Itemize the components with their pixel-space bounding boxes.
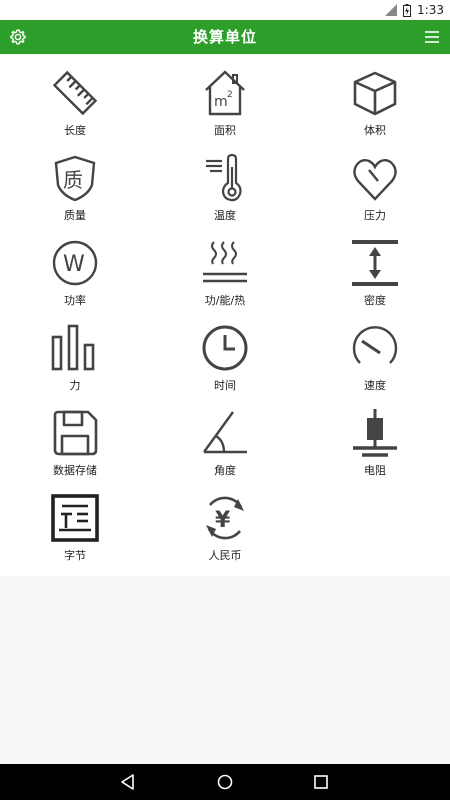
mass-shield-icon: 质 bbox=[54, 155, 96, 202]
unit-label: 面积 bbox=[214, 124, 236, 137]
svg-text:2: 2 bbox=[227, 90, 233, 100]
svg-text:¥: ¥ bbox=[215, 508, 231, 533]
app-bar: 换算单位 bbox=[0, 20, 450, 54]
svg-text:m: m bbox=[214, 94, 228, 110]
battery-icon bbox=[403, 3, 412, 17]
unit-mass[interactable]: 质 质量 bbox=[0, 153, 150, 238]
density-icon bbox=[352, 240, 398, 286]
unit-label: 数据存储 bbox=[53, 464, 97, 477]
unit-label: 力 bbox=[69, 379, 81, 392]
unit-label: 速度 bbox=[364, 379, 386, 392]
unit-label: 长度 bbox=[64, 124, 86, 137]
unit-label: 时间 bbox=[214, 379, 236, 392]
byte-icon bbox=[51, 494, 99, 542]
unit-data-storage[interactable]: 数据存储 bbox=[0, 408, 150, 493]
unit-byte[interactable]: 字节 bbox=[0, 493, 150, 578]
unit-label: 体积 bbox=[364, 124, 386, 137]
yuan-icon: ¥ bbox=[206, 496, 244, 540]
speedometer-icon bbox=[352, 326, 398, 364]
power-w-icon: W bbox=[52, 240, 98, 286]
unit-length[interactable]: 长度 bbox=[0, 68, 150, 153]
unit-label: 温度 bbox=[214, 209, 236, 222]
unit-grid: 长度 m 2 面积 体积 质 质量 温度 压力 W 功率 功/能/热 密度 力 … bbox=[0, 68, 450, 578]
unit-area[interactable]: m 2 面积 bbox=[150, 68, 300, 153]
unit-label: 密度 bbox=[364, 294, 386, 307]
area-house-icon: m 2 bbox=[205, 70, 245, 116]
unit-label: 字节 bbox=[64, 549, 86, 562]
status-time: 1:33 bbox=[417, 3, 444, 17]
unit-label: 功率 bbox=[64, 294, 86, 307]
unit-density[interactable]: 密度 bbox=[300, 238, 450, 323]
unit-label: 质量 bbox=[64, 209, 86, 222]
unit-power[interactable]: W 功率 bbox=[0, 238, 150, 323]
unit-label: 角度 bbox=[214, 464, 236, 477]
unit-label: 电阻 bbox=[364, 464, 386, 477]
cube-icon bbox=[353, 71, 397, 116]
unit-time[interactable]: 时间 bbox=[150, 323, 300, 408]
unit-resistance[interactable]: 电阻 bbox=[300, 408, 450, 493]
clock-icon bbox=[202, 325, 248, 371]
unit-grid-panel: 长度 m 2 面积 体积 质 质量 温度 压力 W 功率 功/能/热 密度 力 … bbox=[0, 54, 450, 576]
unit-angle[interactable]: 角度 bbox=[150, 408, 300, 493]
unit-temperature[interactable]: 温度 bbox=[150, 153, 300, 238]
status-bar: 1:33 bbox=[0, 0, 450, 20]
unit-pressure[interactable]: 压力 bbox=[300, 153, 450, 238]
resistor-icon bbox=[353, 409, 397, 457]
unit-label: 压力 bbox=[364, 209, 386, 222]
force-bars-icon bbox=[51, 324, 95, 371]
home-icon[interactable] bbox=[215, 772, 235, 792]
ruler-icon bbox=[52, 70, 98, 116]
floppy-disk-icon bbox=[53, 410, 98, 456]
svg-text:质: 质 bbox=[63, 168, 83, 192]
back-icon[interactable] bbox=[118, 772, 138, 792]
signal-icon bbox=[385, 4, 398, 16]
pressure-heart-icon bbox=[353, 158, 397, 201]
unit-force[interactable]: 力 bbox=[0, 323, 150, 408]
unit-energy[interactable]: 功/能/热 bbox=[150, 238, 300, 323]
unit-volume[interactable]: 体积 bbox=[300, 68, 450, 153]
unit-rmb[interactable]: ¥ 人民币 bbox=[150, 493, 300, 578]
menu-icon[interactable] bbox=[422, 27, 442, 47]
thermometer-icon bbox=[206, 153, 242, 202]
heat-waves-icon bbox=[203, 241, 247, 283]
angle-icon bbox=[203, 411, 247, 454]
unit-speed[interactable]: 速度 bbox=[300, 323, 450, 408]
status-icons: 1:33 bbox=[385, 2, 444, 18]
recents-icon[interactable] bbox=[311, 772, 331, 792]
unit-label: 人民币 bbox=[208, 549, 242, 562]
system-nav-bar bbox=[0, 764, 450, 800]
svg-text:W: W bbox=[63, 252, 85, 277]
unit-label: 功/能/热 bbox=[204, 294, 246, 307]
page-title: 换算单位 bbox=[192, 28, 257, 46]
